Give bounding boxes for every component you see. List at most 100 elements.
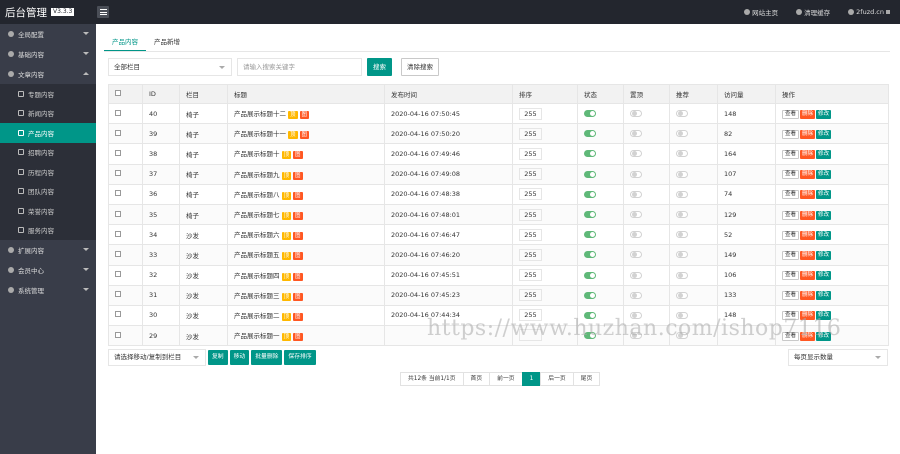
sidebar-item-article-content[interactable]: 文章内容 <box>0 64 96 84</box>
brand[interactable]: 后台管理 V3.3.3 <box>0 0 96 24</box>
status-toggle[interactable] <box>584 170 596 178</box>
sort-input[interactable]: 255 <box>519 228 542 241</box>
cell-title[interactable]: 产品展示标题一 <box>234 332 280 340</box>
status-toggle[interactable] <box>584 130 596 138</box>
view-button[interactable]: 查看 <box>782 129 800 139</box>
status-toggle[interactable] <box>584 271 596 279</box>
row-checkbox[interactable] <box>115 149 121 156</box>
recommend-toggle[interactable] <box>676 291 688 299</box>
cell-title[interactable]: 产品展示标题五 <box>234 251 280 259</box>
sort-input[interactable]: 255 <box>519 107 542 120</box>
page-size-select[interactable]: 每页显示数量 <box>788 349 888 366</box>
current-page-button[interactable]: 1 <box>521 372 542 386</box>
sidebar-sub-service[interactable]: 服务内容 <box>0 221 96 241</box>
edit-button[interactable]: 修改 <box>816 129 832 139</box>
cell-title[interactable]: 产品展示标题十 <box>234 150 280 158</box>
cell-title[interactable]: 产品展示标题十一 <box>234 130 286 138</box>
search-button[interactable]: 搜索 <box>367 58 392 76</box>
sort-input[interactable]: 255 <box>519 269 542 282</box>
recommend-toggle[interactable] <box>676 130 688 138</box>
cell-title[interactable]: 产品展示标题四 <box>234 272 280 280</box>
row-checkbox[interactable] <box>115 210 121 217</box>
recommend-toggle[interactable] <box>676 150 688 158</box>
status-toggle[interactable] <box>584 211 596 219</box>
row-checkbox[interactable] <box>115 331 121 338</box>
cell-title[interactable]: 产品展示标题九 <box>234 171 280 179</box>
user-menu[interactable]: 2fuzd.cn <box>848 8 890 16</box>
sidebar-sub-honor[interactable]: 荣誉内容 <box>0 201 96 221</box>
row-checkbox[interactable] <box>115 190 121 197</box>
view-button[interactable]: 查看 <box>782 271 800 281</box>
sidebar-sub-topic[interactable]: 专题内容 <box>0 84 96 104</box>
row-checkbox[interactable] <box>115 170 121 177</box>
view-button[interactable]: 查看 <box>782 210 800 220</box>
status-toggle[interactable] <box>584 231 596 239</box>
cell-title[interactable]: 产品展示标题二 <box>234 312 280 320</box>
edit-button[interactable]: 修改 <box>816 190 832 200</box>
sort-input[interactable]: 255 <box>519 127 542 140</box>
view-button[interactable]: 查看 <box>782 149 800 159</box>
recommend-toggle[interactable] <box>676 211 688 219</box>
delete-button[interactable]: 删除 <box>800 109 816 119</box>
move-button[interactable]: 移动 <box>229 350 250 365</box>
row-checkbox[interactable] <box>115 230 121 237</box>
status-toggle[interactable] <box>584 190 596 198</box>
recommend-toggle[interactable] <box>676 231 688 239</box>
cell-title[interactable]: 产品展示标题六 <box>234 231 280 239</box>
next-page-button[interactable]: 后一页 <box>540 372 574 386</box>
delete-button[interactable]: 删除 <box>800 250 816 260</box>
delete-button[interactable]: 删除 <box>800 170 816 180</box>
row-checkbox[interactable] <box>115 311 121 318</box>
row-checkbox[interactable] <box>115 271 121 278</box>
view-button[interactable]: 查看 <box>782 230 800 240</box>
recommend-toggle[interactable] <box>676 170 688 178</box>
view-button[interactable]: 查看 <box>782 190 800 200</box>
column-select[interactable]: 全部栏目 <box>108 58 232 76</box>
view-button[interactable]: 查看 <box>782 250 800 260</box>
sort-input[interactable]: 255 <box>519 188 542 201</box>
cell-title[interactable]: 产品展示标题十二 <box>234 110 286 118</box>
pin-toggle[interactable] <box>630 271 642 279</box>
recommend-toggle[interactable] <box>676 190 688 198</box>
delete-button[interactable]: 删除 <box>800 230 816 240</box>
copy-button[interactable]: 复制 <box>208 350 228 365</box>
status-toggle[interactable] <box>584 110 596 118</box>
cell-title[interactable]: 产品展示标题八 <box>234 191 280 199</box>
sidebar-sub-product[interactable]: 产品内容 <box>0 123 96 143</box>
delete-button[interactable]: 删除 <box>800 210 816 220</box>
keyword-input[interactable] <box>237 58 362 76</box>
tab-product-add[interactable]: 产品新增 <box>146 35 188 51</box>
edit-button[interactable]: 修改 <box>816 250 832 260</box>
menu-toggle-button[interactable] <box>97 6 109 18</box>
last-page-button[interactable]: 尾页 <box>572 372 601 386</box>
edit-button[interactable]: 修改 <box>816 291 832 301</box>
pin-toggle[interactable] <box>630 291 642 299</box>
sort-input[interactable]: 255 <box>519 289 542 302</box>
clear-search-button[interactable]: 清除搜索 <box>401 58 439 76</box>
status-toggle[interactable] <box>584 251 596 259</box>
status-toggle[interactable] <box>584 150 596 158</box>
clear-cache-link[interactable]: 清理缓存 <box>796 7 830 17</box>
delete-button[interactable]: 删除 <box>800 129 816 139</box>
view-button[interactable]: 查看 <box>782 109 800 119</box>
sidebar-item-extended-content[interactable]: 扩展内容 <box>0 240 96 260</box>
sidebar-item-global-config[interactable]: 全局配置 <box>0 24 96 44</box>
pin-toggle[interactable] <box>630 170 642 178</box>
pin-toggle[interactable] <box>630 231 642 239</box>
pin-toggle[interactable] <box>630 110 642 118</box>
save-sort-button[interactable]: 保存排序 <box>284 350 316 365</box>
pin-toggle[interactable] <box>630 130 642 138</box>
delete-button[interactable]: 删除 <box>800 291 816 301</box>
edit-button[interactable]: 修改 <box>816 230 832 240</box>
recommend-toggle[interactable] <box>676 251 688 259</box>
recommend-toggle[interactable] <box>676 271 688 279</box>
sort-input[interactable]: 255 <box>519 208 542 221</box>
cell-title[interactable]: 产品展示标题三 <box>234 292 280 300</box>
sidebar-item-member-center[interactable]: 会员中心 <box>0 260 96 280</box>
first-page-button[interactable]: 首页 <box>462 372 491 386</box>
sort-input[interactable]: 255 <box>519 248 542 261</box>
row-checkbox[interactable] <box>115 129 121 136</box>
pin-toggle[interactable] <box>630 190 642 198</box>
view-button[interactable]: 查看 <box>782 291 800 301</box>
move-copy-select[interactable]: 请选择移动/复制到栏目 <box>108 349 206 366</box>
